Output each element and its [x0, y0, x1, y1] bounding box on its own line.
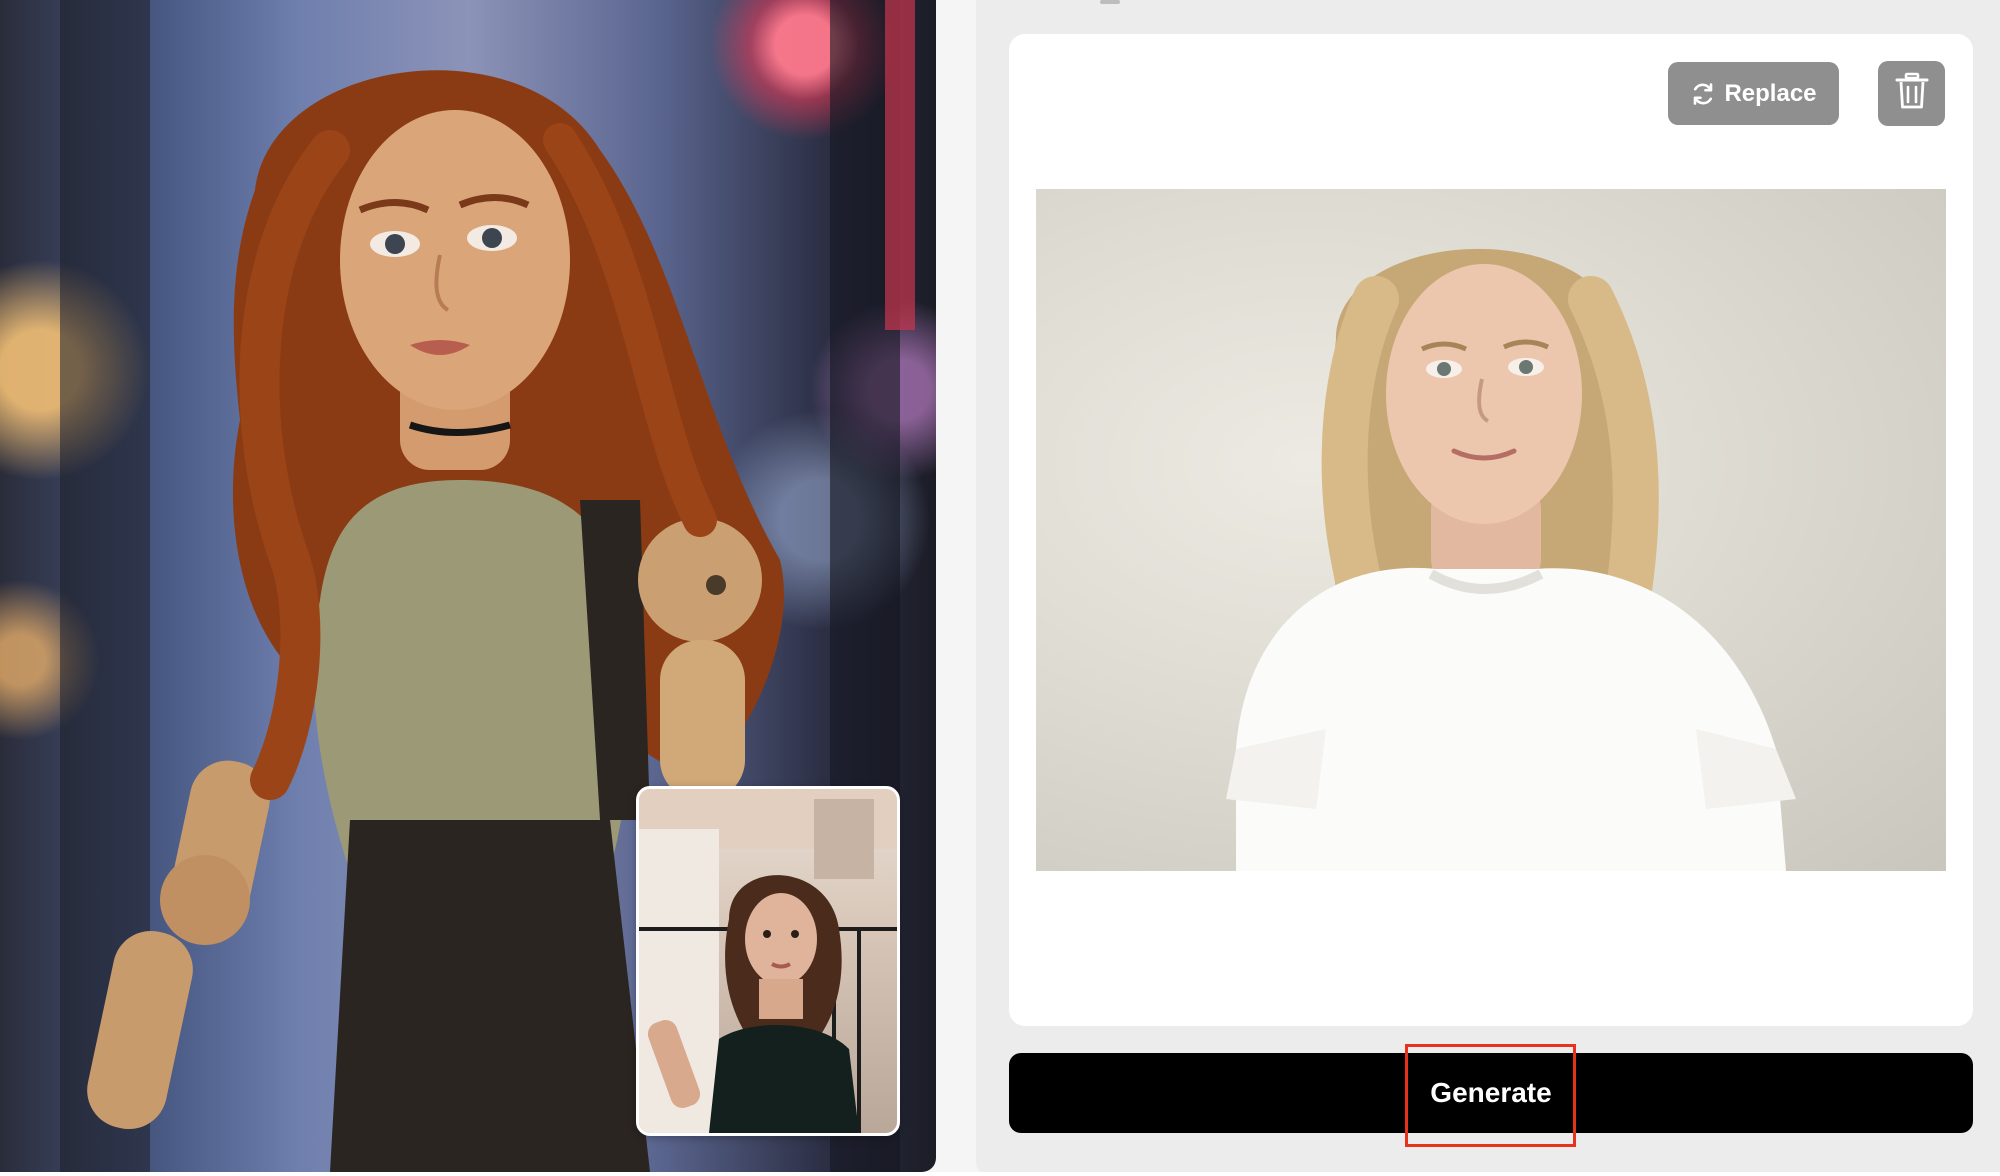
generate-button-label: Generate	[1430, 1077, 1552, 1108]
panel-header-fragment	[1100, 0, 1120, 4]
bottom-edge	[0, 1172, 2000, 1176]
delete-button[interactable]	[1878, 61, 1945, 126]
generate-button[interactable]: Generate	[1009, 1053, 1973, 1133]
trash-icon	[1894, 72, 1930, 115]
app-page: Replace Generate	[0, 0, 2000, 1176]
uploaded-face-photo	[1036, 189, 1946, 871]
replace-button-label: Replace	[1724, 79, 1817, 107]
refresh-icon	[1690, 81, 1716, 107]
replace-button[interactable]: Replace	[1668, 62, 1839, 125]
reference-photo-thumbnail	[636, 786, 900, 1136]
result-preview-image	[0, 0, 936, 1172]
